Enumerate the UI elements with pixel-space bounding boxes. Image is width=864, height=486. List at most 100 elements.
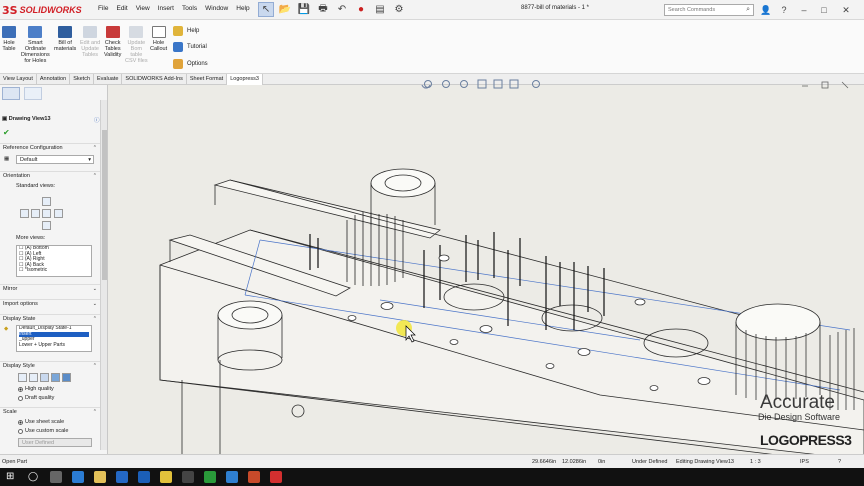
solidworks-taskbar-icon[interactable] (270, 471, 282, 483)
smart-ordinate-button[interactable]: Smart Ordinate Dimensions for Holes (21, 26, 50, 64)
check-tables-validity-button[interactable]: Check Tables Validity (104, 26, 121, 58)
tab-evaluate[interactable]: Evaluate (94, 74, 123, 85)
menu-insert[interactable]: Insert (158, 5, 174, 13)
view-bottom-button[interactable] (42, 221, 51, 230)
menu-help[interactable]: Help (236, 5, 249, 13)
gear-icon[interactable]: ⚙ (391, 2, 407, 17)
menu-view[interactable]: View (136, 5, 150, 13)
view-right-button[interactable] (42, 209, 51, 218)
tab-sketch[interactable]: Sketch (70, 74, 95, 85)
undo-icon[interactable]: ↶ (334, 2, 350, 17)
status-scale[interactable]: 1 : 3 (750, 459, 761, 465)
hole-callout-button[interactable]: Hole Callout (150, 26, 167, 52)
scale-header[interactable]: Scale ⌃ (0, 407, 100, 416)
edge-icon[interactable] (72, 471, 84, 483)
help-button[interactable]: Help (173, 26, 199, 36)
reference-configuration-header[interactable]: Reference Configuration ⌃ (0, 143, 100, 152)
hidden-lines-removed-icon[interactable] (40, 373, 49, 382)
app-icon[interactable] (182, 471, 194, 483)
panel-title: ▣ Drawing View13 (2, 116, 51, 122)
excel-icon[interactable] (204, 471, 216, 483)
options-button[interactable]: Options (173, 59, 208, 69)
status-units[interactable]: IPS (800, 459, 809, 465)
tab-logopress3[interactable]: Logopress3 (227, 74, 263, 85)
scrollbar-thumb[interactable] (102, 130, 107, 280)
select-icon[interactable]: ↖ (258, 2, 274, 17)
search-icon[interactable]: ⌕ (746, 6, 750, 14)
hidden-lines-visible-icon[interactable] (29, 373, 38, 382)
cortana-icon[interactable]: ◯ (28, 471, 40, 483)
collapse-icon: ⌃ (92, 145, 97, 151)
shaded-icon[interactable] (62, 373, 71, 382)
draft-quality-radio[interactable]: Draft quality (18, 395, 54, 401)
orientation-header[interactable]: Orientation ⌃ (0, 171, 100, 180)
feature-tree-tab-icon[interactable] (2, 87, 20, 100)
open-icon[interactable]: 📂 (277, 2, 293, 17)
use-sheet-scale-radio[interactable]: Use sheet scale (18, 419, 64, 425)
use-custom-scale-radio[interactable]: Use custom scale (18, 428, 68, 434)
status-z: 0in (598, 459, 606, 465)
file-properties-icon[interactable]: ▤ (372, 2, 388, 17)
panel-scrollbar[interactable] (100, 100, 107, 450)
ok-check-icon[interactable]: ✔ (3, 128, 10, 137)
display-style-header[interactable]: Display Style ⌃ (0, 361, 100, 370)
task-view-icon[interactable] (50, 471, 62, 483)
menu-tools[interactable]: Tools (182, 5, 197, 13)
restore-icon[interactable]: □ (816, 2, 832, 18)
chevron-down-icon: ▾ (88, 157, 91, 163)
status-help-icon[interactable]: ? (838, 459, 841, 465)
tab-solidworks-addins[interactable]: SOLIDWORKS Add-Ins (122, 74, 187, 85)
configuration-select[interactable]: Default ▾ (16, 155, 94, 164)
drawing-view-canvas[interactable] (108, 79, 864, 454)
tutorial-button[interactable]: Tutorial (173, 42, 207, 52)
file-explorer-icon[interactable] (94, 471, 106, 483)
minimize-icon[interactable]: – (796, 2, 812, 18)
outlook-icon[interactable] (116, 471, 128, 483)
tab-sheet-format[interactable]: Sheet Format (187, 74, 228, 85)
bill-of-materials-button[interactable]: Bill of materials (54, 26, 76, 52)
skype-icon[interactable] (226, 471, 238, 483)
windows-start-icon[interactable]: ⊞ (6, 471, 18, 483)
menu-window[interactable]: Window (205, 5, 228, 13)
hole-table-button[interactable]: Hole Table (2, 26, 16, 52)
tab-annotation[interactable]: Annotation (37, 74, 71, 85)
property-manager-tab-icon[interactable] (24, 87, 42, 100)
wireframe-icon[interactable] (18, 373, 27, 382)
update-csv-icon (129, 26, 144, 38)
traffic-light-icon[interactable]: ● (353, 2, 369, 17)
update-bom-csv-button[interactable]: Update Bom table CSV files (125, 26, 148, 64)
custom-scale-select[interactable]: User Defined (18, 438, 92, 447)
search-commands-input[interactable]: Search Commands ⌕ (664, 4, 754, 16)
user-icon[interactable]: 👤 (758, 2, 774, 18)
help-circle-icon[interactable]: ⓘ (94, 116, 100, 124)
view-back-button[interactable] (54, 209, 63, 218)
list-item[interactable]: Lower + Upper Parts (19, 342, 89, 349)
acrobat-icon[interactable] (248, 471, 260, 483)
display-state-list[interactable]: Default_Display State-1 Insert _upper Lo… (16, 325, 92, 352)
tab-view-layout[interactable]: View Layout (0, 74, 37, 85)
status-y: 12.0286in (562, 459, 587, 465)
import-options-header[interactable]: Import options ⌄ (0, 299, 100, 308)
help-icon[interactable]: ? (776, 2, 792, 18)
list-item[interactable]: ☐ *Isometric (19, 268, 89, 274)
solidworks-logo[interactable]: 3S SOLIDWORKS (2, 3, 82, 17)
view-left-button[interactable] (20, 209, 29, 218)
print-icon[interactable]: 🖶 (315, 2, 331, 17)
word-icon[interactable] (138, 471, 150, 483)
shaded-edges-icon[interactable] (51, 373, 60, 382)
view-top-button[interactable] (42, 197, 51, 206)
zoom-to-fit-icon[interactable] (421, 79, 431, 89)
chrome-icon[interactable] (160, 471, 172, 483)
collapse-icon: ⌃ (92, 173, 97, 179)
save-icon[interactable]: 💾 (296, 2, 312, 17)
view-front-button[interactable] (31, 209, 40, 218)
close-icon[interactable]: ✕ (838, 2, 854, 18)
mirror-header[interactable]: Mirror ⌄ (0, 284, 100, 293)
menu-edit[interactable]: Edit (116, 5, 127, 13)
high-quality-radio[interactable]: High quality (18, 386, 54, 392)
edit-update-tables-button[interactable]: Edit and Update Tables (80, 26, 100, 58)
graphics-area[interactable] (108, 79, 864, 454)
more-views-list[interactable]: ☐ (A) Bottom ☐ (A) Left ☐ (A) Right ☐ (A… (16, 245, 92, 277)
menu-file[interactable]: File (98, 5, 108, 13)
display-state-header[interactable]: Display State ⌃ (0, 314, 100, 323)
